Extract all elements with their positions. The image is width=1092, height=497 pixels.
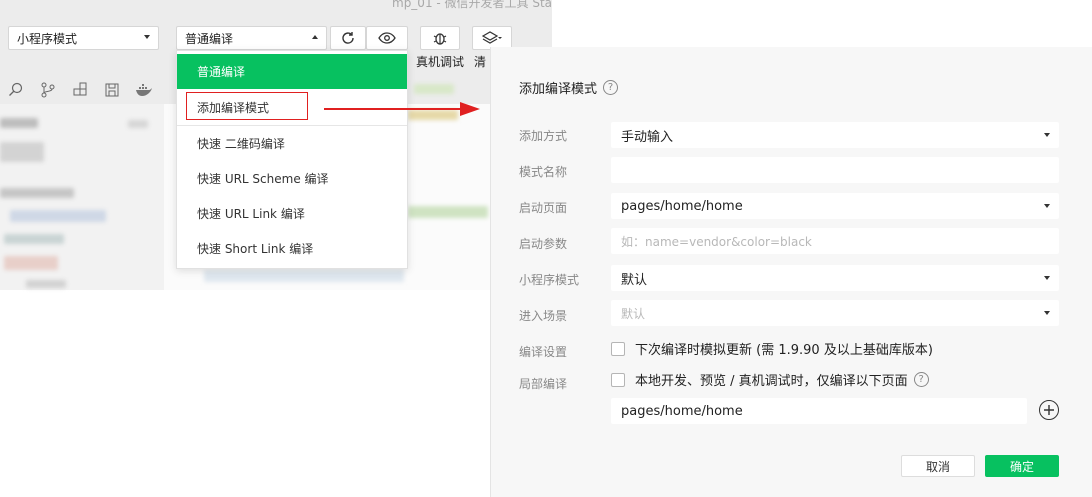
partial-compile-label: 局部编译 bbox=[519, 377, 568, 391]
chevron-down-icon bbox=[1044, 311, 1050, 315]
sidebar-toolbar bbox=[0, 76, 164, 104]
simulate-update-option[interactable]: 下次编译时模拟更新 (需 1.9.90 及以上基础库版本) bbox=[611, 339, 933, 358]
start-page-select[interactable]: pages/home/home bbox=[611, 193, 1059, 219]
highlight-box bbox=[186, 92, 308, 120]
blurred-item bbox=[4, 234, 64, 244]
blurred-item bbox=[0, 118, 38, 128]
chevron-down-icon bbox=[144, 35, 150, 39]
enter-scene-label: 进入场景 bbox=[519, 309, 568, 323]
layers-icon bbox=[482, 31, 502, 44]
compile-settings-label: 编译设置 bbox=[519, 345, 568, 359]
menu-item-qrcode-compile[interactable]: 快速 二维码编译 bbox=[177, 126, 407, 161]
mode-name-input[interactable] bbox=[611, 157, 1059, 183]
mode-select-value: 小程序模式 bbox=[17, 31, 78, 46]
menu-item-normal-compile[interactable]: 普通编译 bbox=[177, 54, 407, 89]
simulate-update-checkbox[interactable] bbox=[611, 341, 625, 356]
add-page-button[interactable] bbox=[1039, 400, 1059, 420]
blurred-item bbox=[10, 210, 106, 222]
mini-mode-value: 默认 bbox=[621, 272, 648, 288]
extensions-icon[interactable] bbox=[64, 76, 96, 104]
partial-compile-checkbox[interactable] bbox=[611, 372, 625, 387]
chevron-down-icon bbox=[1044, 276, 1050, 280]
cancel-button[interactable]: 取消 bbox=[901, 455, 975, 477]
blurred-item bbox=[128, 120, 148, 128]
save-icon[interactable] bbox=[96, 76, 128, 104]
blurred-code bbox=[414, 84, 454, 94]
refresh-icon bbox=[342, 32, 354, 44]
annotation-arrow bbox=[324, 102, 480, 116]
device-debug-label: 真机调试 bbox=[416, 55, 465, 69]
chevron-up-icon bbox=[312, 35, 318, 39]
blurred-item bbox=[0, 142, 44, 162]
start-page-label: 启动页面 bbox=[519, 201, 568, 215]
menu-item-url-link-compile[interactable]: 快速 URL Link 编译 bbox=[177, 196, 407, 231]
blurred-item bbox=[4, 256, 58, 270]
eye-icon bbox=[378, 32, 396, 44]
clear-label: 清 bbox=[474, 55, 487, 69]
file-tree-panel bbox=[0, 104, 164, 290]
chevron-down-icon bbox=[1044, 204, 1050, 208]
compile-select[interactable]: 普通编译 bbox=[176, 26, 327, 50]
add-method-value: 手动输入 bbox=[621, 129, 674, 145]
help-icon[interactable]: ? bbox=[603, 80, 619, 95]
bug-icon bbox=[433, 33, 447, 45]
menu-item-short-link-compile[interactable]: 快速 Short Link 编译 bbox=[177, 231, 407, 266]
confirm-button[interactable]: 确定 bbox=[985, 455, 1059, 477]
blurred-code bbox=[408, 206, 488, 218]
start-params-input[interactable]: 如：name=vendor&color=black bbox=[611, 228, 1059, 254]
mode-name-label: 模式名称 bbox=[519, 165, 568, 179]
help-icon[interactable]: ? bbox=[913, 372, 929, 387]
mini-mode-select[interactable]: 默认 bbox=[611, 265, 1059, 291]
start-page-value: pages/home/home bbox=[621, 198, 743, 214]
blurred-item bbox=[26, 280, 66, 288]
menu-item-url-scheme-compile[interactable]: 快速 URL Scheme 编译 bbox=[177, 161, 407, 196]
compile-mode-menu: 普通编译 添加编译模式 快速 二维码编译 快速 URL Scheme 编译 快速… bbox=[176, 50, 408, 269]
add-method-label: 添加方式 bbox=[519, 129, 568, 143]
partial-compile-text: 本地开发、预览 / 真机调试时，仅编译以下页面 bbox=[635, 374, 908, 389]
dialog-title: 添加编译模式 ? bbox=[519, 78, 619, 97]
debug-button[interactable] bbox=[420, 26, 460, 50]
start-params-label: 启动参数 bbox=[519, 237, 568, 251]
search-icon[interactable] bbox=[0, 76, 32, 104]
blurred-item bbox=[0, 188, 74, 198]
enter-scene-value: 默认 bbox=[621, 306, 646, 321]
partial-compile-option[interactable]: 本地开发、预览 / 真机调试时，仅编译以下页面 ? bbox=[611, 370, 929, 389]
mode-select[interactable]: 小程序模式 bbox=[8, 26, 159, 50]
docker-icon[interactable] bbox=[128, 76, 160, 104]
enter-scene-select[interactable]: 默认 bbox=[611, 300, 1059, 326]
dialog-title-text: 添加编译模式 bbox=[519, 82, 598, 97]
window-title: mp_01 - 微信开发者工具 Sta bbox=[392, 0, 553, 10]
preview-button[interactable] bbox=[366, 26, 408, 50]
blurred-code bbox=[204, 270, 404, 282]
refresh-button[interactable] bbox=[330, 26, 366, 50]
add-method-select[interactable]: 手动输入 bbox=[611, 122, 1059, 148]
simulate-update-text: 下次编译时模拟更新 (需 1.9.90 及以上基础库版本) bbox=[635, 343, 933, 358]
branch-icon[interactable] bbox=[32, 76, 64, 104]
mini-mode-label: 小程序模式 bbox=[519, 273, 580, 287]
add-compile-mode-dialog: 添加编译模式 ? 添加方式 手动输入 模式名称 启动页面 pages/home/… bbox=[490, 47, 1092, 497]
plus-icon bbox=[1044, 405, 1054, 415]
compile-select-value: 普通编译 bbox=[185, 31, 234, 46]
partial-page-input[interactable]: pages/home/home bbox=[611, 398, 1027, 424]
chevron-down-icon bbox=[1044, 133, 1050, 137]
